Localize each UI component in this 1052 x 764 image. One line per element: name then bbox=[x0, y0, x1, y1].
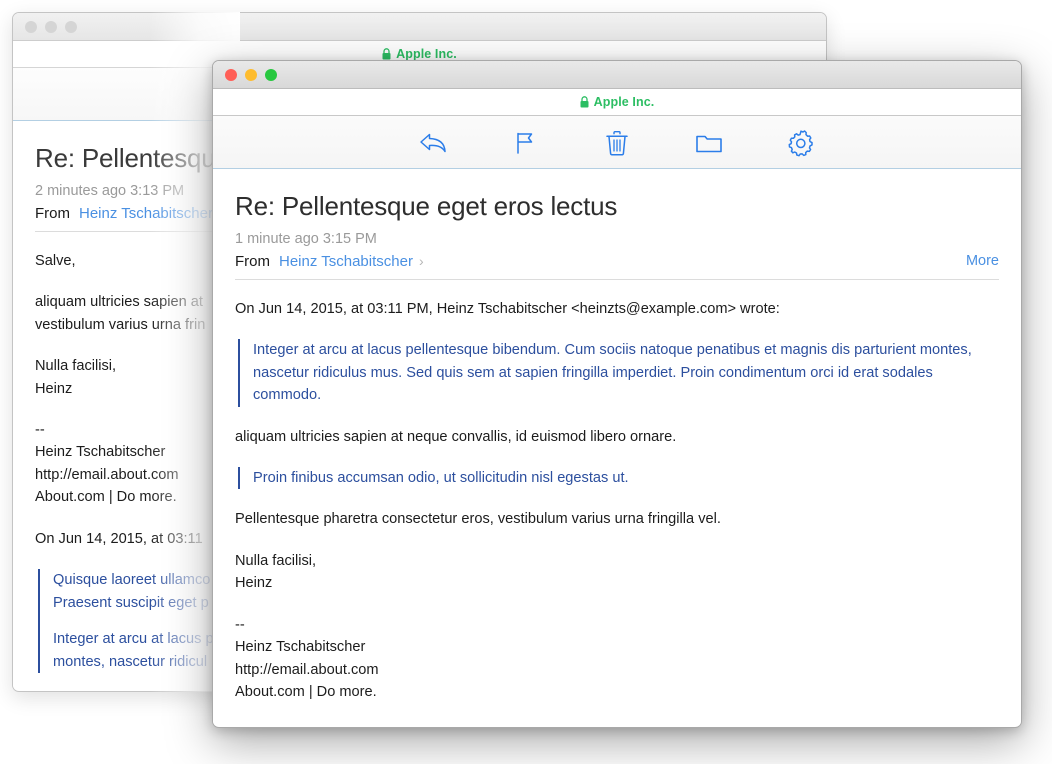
back-sig-url[interactable]: http://email.about.com bbox=[35, 467, 179, 483]
sig-name: Heinz Tschabitscher bbox=[235, 639, 366, 656]
move-button[interactable] bbox=[692, 127, 726, 159]
desktop-stage: Apple Inc. Re: Pellentesque 2 minutes ag… bbox=[0, 0, 1052, 764]
back-close-button[interactable] bbox=[25, 20, 37, 33]
delete-button[interactable] bbox=[600, 127, 634, 159]
sig-dashes: -- bbox=[235, 616, 245, 633]
sig-url[interactable]: http://email.about.com bbox=[235, 662, 379, 678]
minimize-button[interactable] bbox=[245, 68, 257, 81]
paragraph-2: Pellentesque pharetra consectetur eros, … bbox=[235, 511, 721, 528]
back-quote2-line1: Integer at arcu at lacus p bbox=[53, 631, 214, 648]
quote-intro: On Jun 14, 2015, at 03:11 PM, Heinz Tsch… bbox=[235, 300, 780, 317]
quote-block-1: Integer at arcu at lacus pellentesque bi… bbox=[238, 339, 999, 407]
back-from-label: From bbox=[35, 204, 70, 222]
trash-icon bbox=[605, 130, 629, 157]
back-minimize-button[interactable] bbox=[45, 20, 57, 33]
signature-block: -- Heinz Tschabitscher http://email.abou… bbox=[235, 614, 999, 704]
active-browser-window[interactable]: Apple Inc. Re: Pellentesque eget eros le… bbox=[212, 60, 1022, 728]
lock-icon bbox=[382, 48, 391, 60]
back-site-name: Apple Inc. bbox=[396, 47, 457, 61]
signoff-line2: Heinz bbox=[235, 575, 273, 592]
lock-icon bbox=[580, 96, 589, 108]
timestamp: 1 minute ago 3:15 PM bbox=[235, 230, 377, 247]
folder-icon bbox=[695, 131, 723, 155]
from-row: From Heinz Tschabitscher › More bbox=[235, 253, 999, 279]
paragraph-1: aliquam ultricies sapien at neque conval… bbox=[235, 428, 677, 445]
back-from-name[interactable]: Heinz Tschabitscher bbox=[79, 205, 213, 222]
close-button[interactable] bbox=[225, 68, 237, 81]
flag-icon bbox=[512, 130, 538, 156]
back-zoom-button[interactable] bbox=[65, 20, 77, 33]
back-traffic-lights[interactable] bbox=[25, 20, 77, 33]
flag-button[interactable] bbox=[508, 127, 542, 159]
back-quote1-line2: Praesent suscipit eget p bbox=[53, 594, 209, 611]
front-window-titlebar[interactable] bbox=[213, 61, 1021, 89]
quote-block-2: Proin finibus accumsan odio, ut sollicit… bbox=[238, 467, 999, 490]
mail-content: On Jun 14, 2015, at 03:11 PM, Heinz Tsch… bbox=[213, 280, 1021, 704]
quote-2-text: Proin finibus accumsan odio, ut sollicit… bbox=[253, 470, 629, 487]
back-signoff-line1: Nulla facilisi, bbox=[35, 358, 117, 375]
back-quote1-line1: Quisque laoreet ullamco bbox=[53, 572, 211, 589]
back-para1-line1: aliquam ultricies sapien at bbox=[35, 294, 203, 311]
mail-toolbar[interactable] bbox=[213, 116, 1021, 169]
site-name: Apple Inc. bbox=[593, 95, 655, 109]
mail-body: Re: Pellentesque eget eros lectus 1 minu… bbox=[213, 169, 1021, 726]
back-para1-line2: vestibulum varius urna frin bbox=[35, 316, 206, 333]
zoom-button[interactable] bbox=[265, 68, 277, 81]
gear-icon bbox=[787, 129, 815, 157]
back-sig-tagline: About.com | Do more. bbox=[35, 489, 177, 506]
reply-arrow-icon bbox=[418, 130, 448, 156]
signoff: Nulla facilisi, Heinz bbox=[235, 550, 999, 595]
sig-tagline: About.com | Do more. bbox=[235, 684, 377, 701]
back-sig-dashes: -- bbox=[35, 422, 45, 439]
page-title: Re: Pellentesque eget eros lectus bbox=[235, 191, 618, 221]
mail-header: Re: Pellentesque eget eros lectus 1 minu… bbox=[213, 169, 1021, 279]
back-signoff-line2: Heinz bbox=[35, 380, 73, 397]
signoff-line1: Nulla facilisi, bbox=[235, 552, 317, 569]
from-name[interactable]: Heinz Tschabitscher bbox=[279, 253, 413, 270]
address-bar[interactable]: Apple Inc. bbox=[213, 89, 1021, 116]
from-label: From bbox=[235, 252, 270, 270]
back-quote2-line2: montes, nascetur ridicul bbox=[53, 653, 208, 670]
reply-button[interactable] bbox=[416, 127, 450, 159]
back-sig-name: Heinz Tschabitscher bbox=[35, 444, 166, 461]
settings-button[interactable] bbox=[784, 127, 818, 159]
front-traffic-lights[interactable] bbox=[225, 68, 277, 81]
quote-1-text: Integer at arcu at lacus pellentesque bi… bbox=[253, 342, 972, 404]
chevron-right-icon[interactable]: › bbox=[419, 254, 424, 268]
more-link[interactable]: More bbox=[966, 253, 999, 269]
back-window-titlebar[interactable] bbox=[13, 13, 826, 41]
